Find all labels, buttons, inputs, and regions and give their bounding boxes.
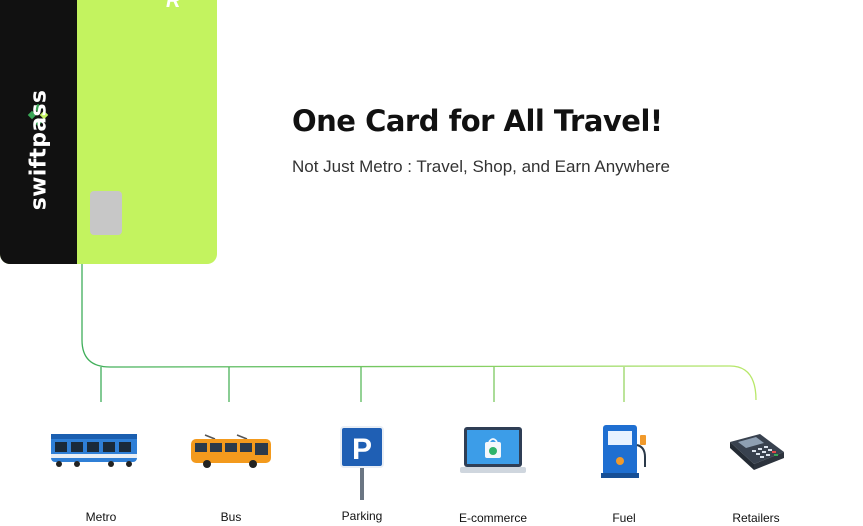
parking-sign-icon: P — [340, 426, 384, 500]
bus-icon — [191, 434, 271, 468]
category-label-bus: Bus — [220, 510, 242, 524]
category-label-metro: Metro — [85, 510, 117, 524]
metro-train-icon — [51, 434, 137, 467]
fuel-pump-icon — [601, 425, 646, 478]
svg-text:P: P — [352, 433, 372, 466]
category-label-ecommerce: E-commerce — [458, 511, 527, 525]
category-label-fuel: Fuel — [612, 511, 636, 525]
laptop-shopping-bag-icon — [460, 427, 526, 473]
category-label-parking: Parking — [341, 509, 383, 523]
connector-trunk — [81, 264, 757, 401]
card-payment-terminal-icon — [730, 434, 784, 470]
category-label-retailers: Retailers — [732, 511, 780, 525]
